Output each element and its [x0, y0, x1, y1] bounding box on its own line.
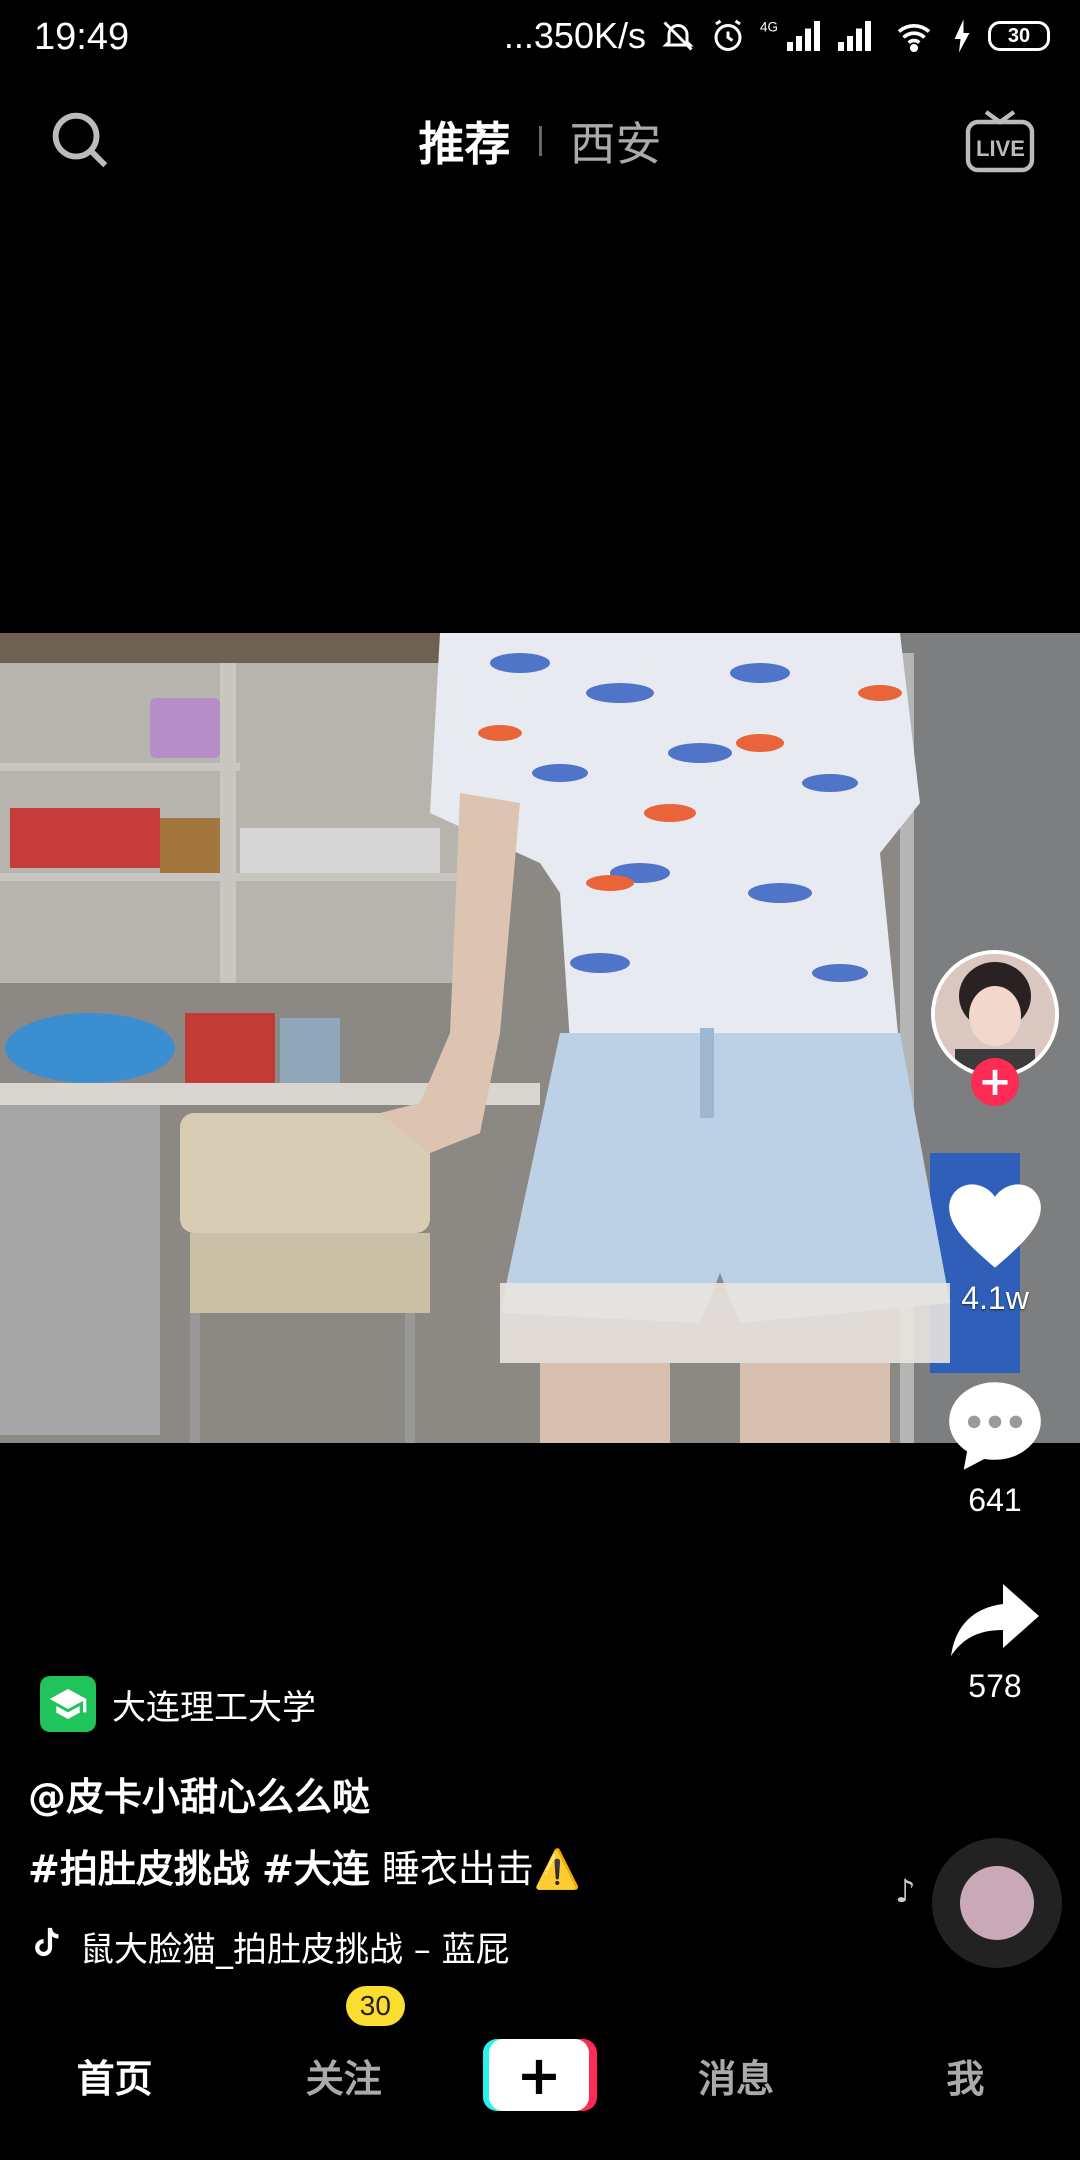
- svg-text:LIVE: LIVE: [976, 136, 1025, 161]
- feed-tabs: 推荐 西安: [0, 108, 1080, 174]
- follow-button[interactable]: +: [971, 1058, 1019, 1106]
- follow-badge: 30: [345, 1985, 405, 2026]
- tab-divider: [538, 126, 542, 156]
- share-icon[interactable]: [947, 1580, 1043, 1664]
- top-nav: 推荐 西安 LIVE: [0, 90, 1080, 180]
- plus-icon: +: [488, 2039, 589, 2111]
- mute-icon: [660, 18, 696, 54]
- wifi-icon: [892, 18, 936, 54]
- nav-me[interactable]: 我: [875, 2048, 1055, 2103]
- tab-recommended[interactable]: 推荐: [419, 108, 511, 174]
- hashtag-link[interactable]: #大连: [262, 1847, 370, 1891]
- music-info[interactable]: 鼠大脸猫_拍肚皮挑战 – 蓝屁: [28, 1922, 510, 1971]
- school-name: 大连理工大学: [112, 1687, 316, 1728]
- nav-follow[interactable]: 30 关注: [254, 1985, 434, 2103]
- disc-cover: [960, 1866, 1034, 1940]
- music-note-icon: [28, 1925, 62, 1968]
- charging-icon: [950, 18, 974, 54]
- comment-group: 641: [910, 1378, 1080, 1519]
- floating-note-icon: ♪: [895, 1872, 916, 1910]
- status-icons: ...350K/s 4G 30: [504, 14, 1050, 58]
- live-icon[interactable]: LIVE: [960, 100, 1040, 180]
- graduation-cap-icon: [40, 1676, 96, 1732]
- music-disc[interactable]: [932, 1838, 1062, 1968]
- creator-avatar-group: +: [910, 950, 1080, 1106]
- video-description: #拍肚皮挑战 #大连 睡衣出击⚠️: [28, 1838, 581, 1893]
- nav-home[interactable]: 首页: [25, 2048, 205, 2103]
- comment-icon[interactable]: [945, 1378, 1045, 1478]
- share-count: 578: [968, 1668, 1022, 1704]
- status-bar: 19:49 ...350K/s 4G 30: [0, 0, 1080, 80]
- music-title: 鼠大脸猫_拍肚皮挑战 – 蓝屁: [80, 1930, 510, 1970]
- like-count: 4.1w: [961, 1280, 1029, 1316]
- hashtag-link[interactable]: #拍肚皮挑战: [28, 1847, 250, 1891]
- create-button[interactable]: +: [482, 2039, 597, 2111]
- network-speed: ...350K/s: [503, 15, 646, 56]
- author-name[interactable]: @皮卡小甜心么么哒: [28, 1766, 370, 1821]
- bottom-nav: 首页 30 关注 + 消息 我: [0, 1985, 1080, 2160]
- battery-icon: 30: [988, 21, 1050, 51]
- signal-4g-icon: 4G: [760, 18, 820, 54]
- description-text: 睡衣出击⚠️: [381, 1847, 582, 1891]
- signal-icon: [834, 18, 878, 54]
- heart-icon[interactable]: [945, 1180, 1045, 1276]
- status-time: 19:49: [34, 16, 130, 58]
- share-group: 578: [910, 1580, 1080, 1705]
- school-tag[interactable]: 大连理工大学: [40, 1676, 316, 1732]
- tab-local[interactable]: 西安: [570, 108, 662, 174]
- nav-messages[interactable]: 消息: [646, 2048, 826, 2103]
- like-group: 4.1w: [910, 1180, 1080, 1317]
- svg-text:4G: 4G: [760, 20, 778, 35]
- alarm-icon: [710, 18, 746, 54]
- nav-follow-label: 关注: [305, 2056, 382, 2101]
- comment-count: 641: [968, 1482, 1022, 1518]
